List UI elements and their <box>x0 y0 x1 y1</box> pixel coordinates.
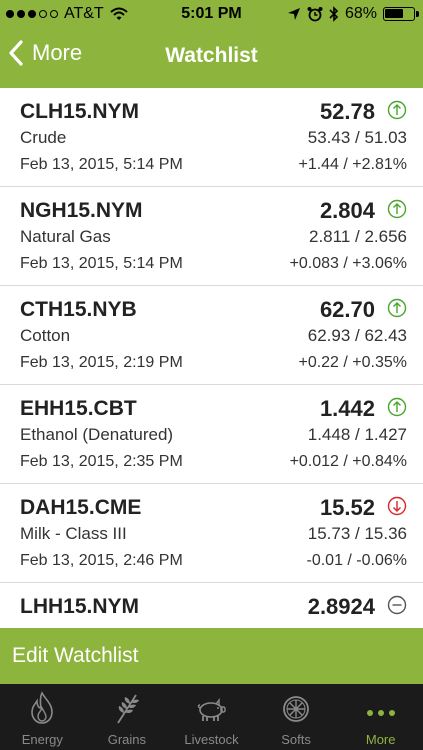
symbol: NGH15.NYM <box>20 199 143 222</box>
tab-label: Softs <box>281 732 311 747</box>
tab-label: Grains <box>107 732 147 747</box>
last-price: 52.78 <box>319 99 375 124</box>
price-change: +1.44 / +2.81% <box>298 156 407 173</box>
last-price: 1.442 <box>319 396 375 421</box>
tab-grains[interactable]: Grains <box>85 684 170 750</box>
last-price: 2.8924 <box>307 594 375 619</box>
quote-date: Feb 13, 2015, 5:14 PM <box>20 156 183 173</box>
tab-label: Energy <box>21 732 63 747</box>
quote-date: Feb 13, 2015, 2:35 PM <box>20 453 183 470</box>
battery-fill <box>385 9 403 18</box>
last-price: 15.52 <box>319 495 375 520</box>
quote-date: Feb 13, 2015, 2:46 PM <box>20 552 183 569</box>
watchlist-row[interactable]: EHH15.CBT Ethanol (Denatured) Feb 13, 2015… <box>0 385 423 484</box>
more-dots-icon <box>366 691 396 732</box>
page-title: Watchlist <box>165 44 258 67</box>
battery-icon <box>383 7 419 21</box>
price-change: -0.01 / -0.06% <box>306 552 408 569</box>
flame-icon <box>27 691 57 732</box>
watchlist-row[interactable]: LHH15.NYM 2.8924 <box>0 583 423 628</box>
status-bar: AT&T 5:01 PM 68% <box>0 0 423 30</box>
tab-livestock[interactable]: Livestock <box>169 684 254 750</box>
quote-date: Feb 13, 2015, 2:19 PM <box>20 354 183 371</box>
battery-percent: 68% <box>344 5 377 22</box>
high-low: 1.448 / 1.427 <box>307 425 407 444</box>
high-low: 62.93 / 62.43 <box>307 326 407 345</box>
arrow-up-circle-icon <box>387 298 407 318</box>
tab-energy[interactable]: Energy <box>0 684 85 750</box>
pig-icon <box>196 691 227 732</box>
arrow-up-circle-icon <box>387 100 407 120</box>
quote-date: Feb 13, 2015, 5:14 PM <box>20 255 183 272</box>
tab-bar: Energy Grains Livestock Softs More <box>0 684 423 750</box>
arrow-up-circle-icon <box>387 199 407 219</box>
last-price: 2.804 <box>319 198 375 223</box>
tab-label: Livestock <box>184 732 239 747</box>
symbol: CTH15.NYB <box>20 298 137 321</box>
bluetooth-icon <box>329 6 339 22</box>
alarm-clock-icon <box>307 7 323 22</box>
commodity-name: Milk - Class III <box>20 524 127 543</box>
wheat-icon <box>112 691 142 732</box>
tab-label: More <box>365 732 396 747</box>
symbol: EHH15.CBT <box>20 397 137 420</box>
commodity-name: Crude <box>20 128 67 147</box>
commodity-name: Ethanol (Denatured) <box>20 425 174 444</box>
watchlist-row[interactable]: DAH15.CME Milk - Class III Feb 13, 2015, 2… <box>0 484 423 583</box>
last-price: 62.70 <box>319 297 375 322</box>
minus-circle-icon <box>387 595 407 615</box>
price-change: +0.012 / +0.84% <box>289 453 407 470</box>
watchlist-row[interactable]: CTH15.NYB Cotton Feb 13, 2015, 2:19 PM 62.7… <box>0 286 423 385</box>
commodity-name: Cotton <box>20 326 71 345</box>
top-bar: AT&T 5:01 PM 68% More Watchlist <box>0 0 423 88</box>
symbol: LHH15.NYM <box>20 595 140 618</box>
watchlist: CLH15.NYM Crude Feb 13, 2015, 5:14 PM 52.78… <box>0 88 423 628</box>
watchlist-row[interactable]: CLH15.NYM Crude Feb 13, 2015, 5:14 PM 52.78… <box>0 88 423 187</box>
symbol: CLH15.NYM <box>20 100 140 123</box>
orange-slice-icon <box>281 691 311 732</box>
status-right: 68% <box>287 5 419 23</box>
tab-more[interactable]: More <box>338 684 423 750</box>
arrow-down-circle-icon <box>387 496 407 516</box>
price-change: +0.22 / +0.35% <box>298 354 407 371</box>
tab-softs[interactable]: Softs <box>254 684 339 750</box>
symbol: DAH15.CME <box>20 496 142 519</box>
high-low: 53.43 / 51.03 <box>307 128 407 147</box>
location-arrow-icon <box>287 8 300 20</box>
edit-watchlist-button[interactable]: Edit Watchlist <box>0 628 423 684</box>
high-low: 15.73 / 15.36 <box>307 524 407 543</box>
watchlist-row[interactable]: NGH15.NYM Natural Gas Feb 13, 2015, 5:14 P… <box>0 187 423 286</box>
commodity-name: Natural Gas <box>20 227 111 246</box>
high-low: 2.811 / 2.656 <box>309 227 407 246</box>
arrow-up-circle-icon <box>387 397 407 417</box>
navigation-bar: More Watchlist <box>0 30 423 88</box>
price-change: +0.083 / +3.06% <box>289 255 407 272</box>
